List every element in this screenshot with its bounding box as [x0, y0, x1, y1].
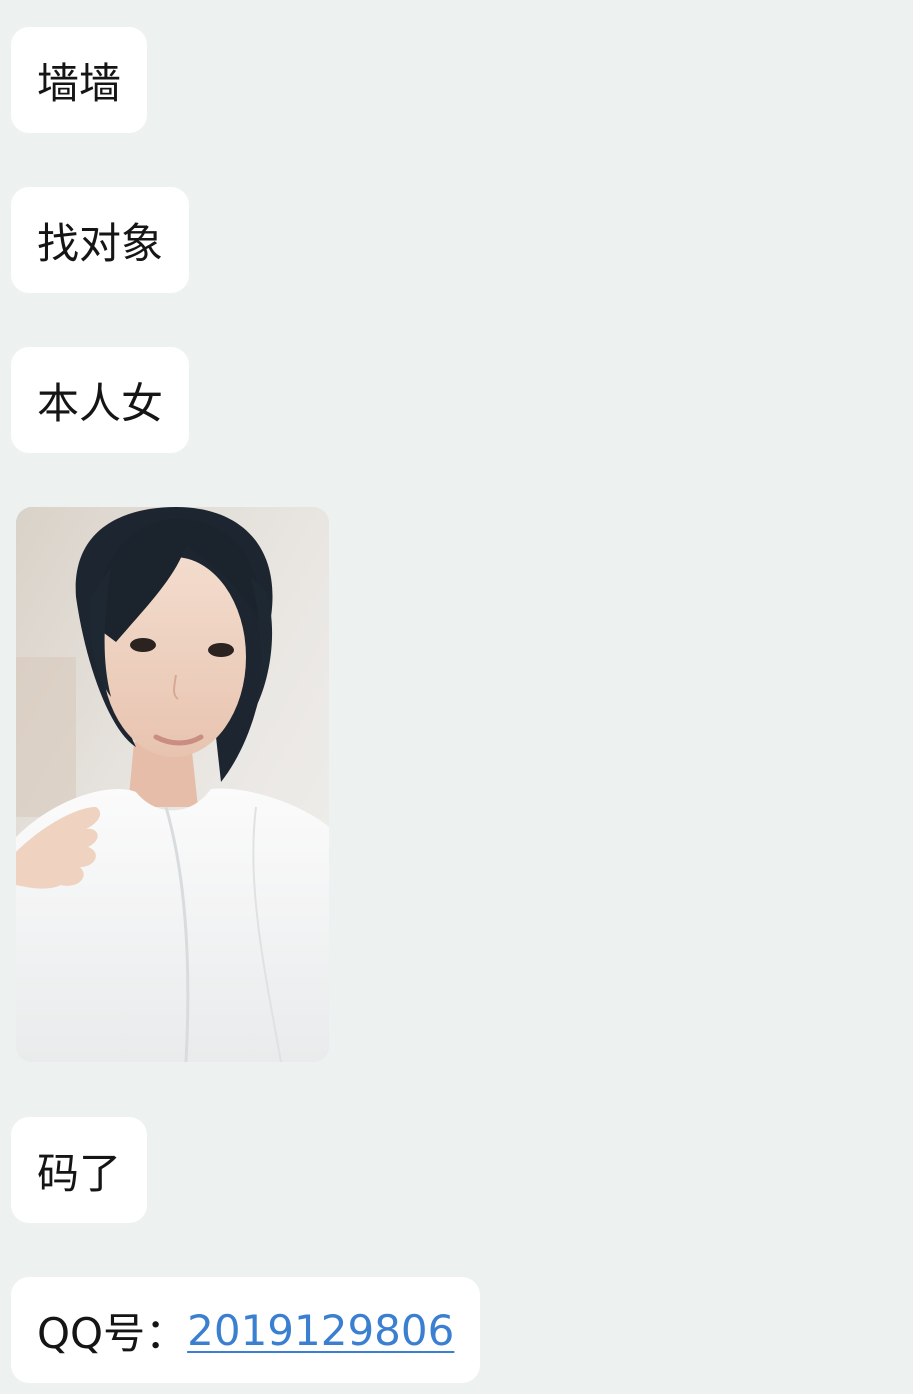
- message-bubble[interactable]: 墙墙: [11, 27, 148, 133]
- person-photo-image: [16, 507, 329, 1062]
- qq-message-bubble[interactable]: QQ号： 2019129806: [11, 1277, 481, 1383]
- message-text: 找对象: [37, 218, 164, 268]
- message-bubble[interactable]: 本人女: [11, 347, 190, 453]
- message-text: 墙墙: [37, 58, 122, 108]
- photo-message[interactable]: [16, 507, 329, 1062]
- message-bubble[interactable]: 找对象: [11, 187, 190, 293]
- qq-number-link[interactable]: 2019129806: [187, 1306, 454, 1355]
- message-bubble[interactable]: 码了: [11, 1117, 148, 1223]
- qq-label: QQ号：: [37, 1308, 188, 1358]
- message-text: 本人女: [37, 378, 164, 428]
- message-text: 码了: [37, 1148, 122, 1198]
